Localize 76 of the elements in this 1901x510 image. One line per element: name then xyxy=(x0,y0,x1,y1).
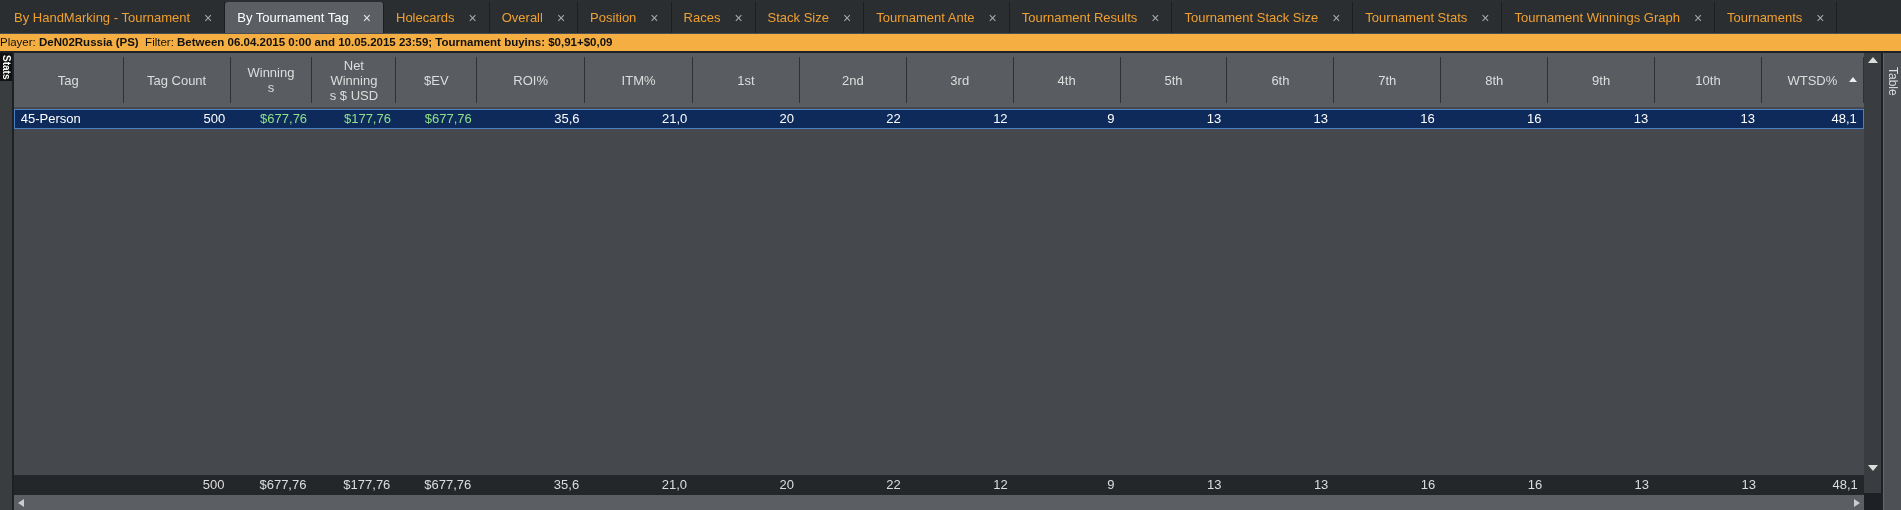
column-header[interactable]: 10th xyxy=(1655,57,1762,103)
scroll-left-icon[interactable] xyxy=(17,499,24,507)
table-cell-text: 16 xyxy=(1525,110,1543,128)
total-cell-text: 500 xyxy=(201,476,226,494)
filter-text: Player: DeN02Russia (PS) Filter: Between 06.04.2015 0:00 and 10.05.2015 23:59; Tournament buyins: $0,91+$0,09 xyxy=(0,36,613,48)
table-cell-text: 45-Person xyxy=(19,110,82,128)
sort-ascending-icon xyxy=(1848,77,1857,82)
total-cell-text: 22 xyxy=(885,476,902,494)
close-icon[interactable]: × xyxy=(468,9,477,26)
column-header[interactable]: ROI% xyxy=(477,57,586,103)
column-header[interactable]: Tag xyxy=(13,57,124,103)
close-icon[interactable]: × xyxy=(556,9,566,26)
close-icon[interactable]: × xyxy=(1151,9,1160,26)
table-cell-text: 35,6 xyxy=(553,110,581,128)
total-cell-text: 13 xyxy=(1206,476,1223,494)
total-cell-text: 16 xyxy=(1526,476,1544,494)
table-cell-text: 13 xyxy=(1632,110,1650,128)
table-cell-text: $677,76 xyxy=(423,110,473,128)
table-row[interactable]: 45-Person 500 $677,76 $177,76 $677,76 35,6 21,0 20 22 12 9 13 13 16 16 13 13 48,1 xyxy=(13,109,1864,129)
total-cell-text: $177,76 xyxy=(342,476,392,494)
column-header[interactable]: 2nd xyxy=(799,57,907,103)
tab[interactable]: By Tournament Tag × xyxy=(225,2,384,33)
table-cell-text: 16 xyxy=(1419,110,1436,128)
scroll-up-icon[interactable] xyxy=(1867,57,1878,63)
column-header[interactable]: 1st xyxy=(693,57,800,103)
scroll-right-icon[interactable] xyxy=(1853,499,1860,507)
table-cell-text: 12 xyxy=(992,110,1009,128)
total-cell-text: 21,0 xyxy=(660,476,688,494)
stats-panel-tab[interactable]: Stats xyxy=(0,53,12,82)
table-cell-text: 500 xyxy=(202,110,227,128)
scroll-down-icon[interactable] xyxy=(1867,465,1878,471)
table-cell-text: 20 xyxy=(778,110,796,128)
total-cell-text: 48,1 xyxy=(1831,476,1859,494)
table-cell-text: $177,76 xyxy=(342,110,392,128)
total-cell-text: 16 xyxy=(1419,476,1437,494)
total-cell-text: 13 xyxy=(1633,476,1651,494)
column-header[interactable]: 6th xyxy=(1227,57,1335,103)
table-cell-text: 13 xyxy=(1205,110,1223,128)
total-cell-text: 20 xyxy=(778,476,795,494)
close-icon[interactable]: × xyxy=(988,9,997,26)
column-header[interactable]: $EV xyxy=(396,57,478,103)
table-cell-text: 22 xyxy=(885,110,902,128)
column-header[interactable]: ITM% xyxy=(585,57,694,103)
total-cell-text: 13 xyxy=(1312,476,1330,494)
close-icon[interactable]: × xyxy=(650,9,659,26)
column-header[interactable]: 9th xyxy=(1548,57,1656,103)
total-cell-text: 12 xyxy=(992,476,1009,494)
close-icon[interactable]: × xyxy=(1481,9,1490,26)
close-icon[interactable]: × xyxy=(204,9,213,26)
close-icon[interactable]: × xyxy=(1332,9,1341,26)
close-icon[interactable]: × xyxy=(734,9,743,26)
column-header[interactable]: 8th xyxy=(1441,57,1549,103)
column-header[interactable]: Net Winnings $ USD xyxy=(312,57,397,103)
column-header[interactable]: 7th xyxy=(1334,57,1442,103)
column-header[interactable]: 5th xyxy=(1120,57,1228,103)
table-cell-text: $677,76 xyxy=(259,110,309,128)
close-icon[interactable]: × xyxy=(843,9,852,26)
table-cell-text: 21,0 xyxy=(661,110,689,128)
column-header[interactable]: 4th xyxy=(1013,57,1121,103)
total-cell-text: $677,76 xyxy=(258,476,308,494)
total-cell-text: 13 xyxy=(1740,476,1757,494)
column-header[interactable]: WTSD% xyxy=(1761,57,1864,103)
table-cell-text: 13 xyxy=(1739,110,1756,128)
total-cell-text: 35,6 xyxy=(552,476,581,494)
close-icon[interactable]: × xyxy=(362,9,371,26)
close-icon[interactable]: × xyxy=(1693,9,1703,26)
table-cell-text: 48,1 xyxy=(1830,110,1858,128)
total-cell-text: 9 xyxy=(1106,476,1116,494)
column-header[interactable]: Tag Count xyxy=(123,57,231,103)
total-cell-text: $677,76 xyxy=(423,476,473,494)
table-cell-text: 9 xyxy=(1106,110,1116,128)
table-cell-text: 13 xyxy=(1312,110,1329,128)
column-header[interactable]: Winnings xyxy=(230,57,313,103)
horizontal-scrollbar[interactable] xyxy=(13,495,1864,510)
column-header[interactable]: 3rd xyxy=(906,57,1014,103)
close-icon[interactable]: × xyxy=(1816,9,1825,26)
